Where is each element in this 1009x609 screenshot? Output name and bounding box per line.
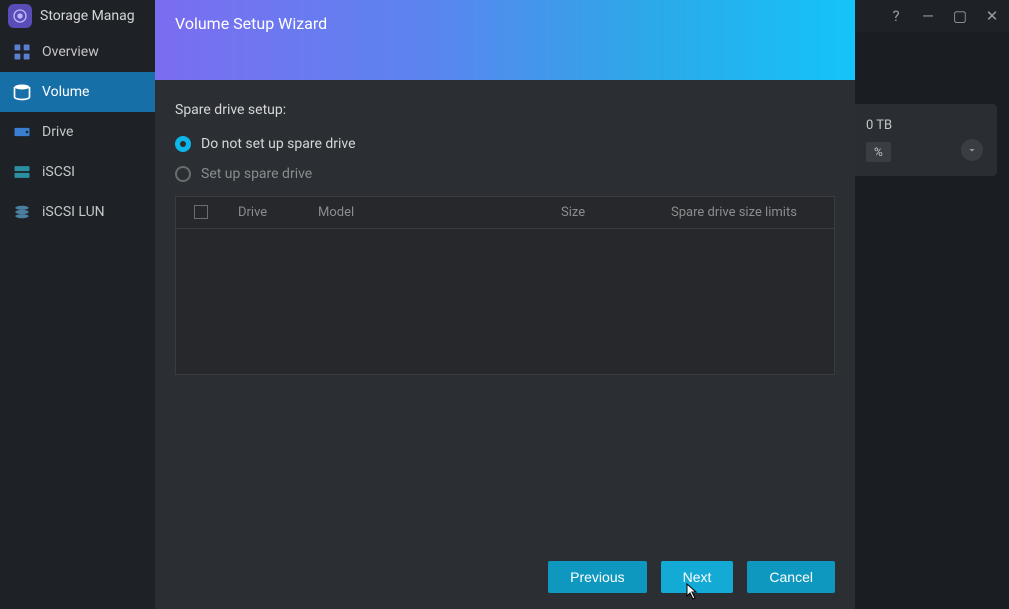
overview-icon xyxy=(12,42,32,62)
volume-setup-wizard-dialog: Volume Setup Wizard Spare drive setup: D… xyxy=(155,0,855,609)
iscsi-icon xyxy=(12,162,32,182)
sidebar-item-label: Overview xyxy=(42,44,99,60)
iscsi-lun-icon xyxy=(12,202,32,222)
sidebar-item-iscsi[interactable]: iSCSI xyxy=(0,152,155,192)
column-size[interactable]: Size xyxy=(549,205,659,220)
sidebar-item-label: iSCSI LUN xyxy=(42,204,105,220)
volume-icon xyxy=(12,82,32,102)
cancel-button[interactable]: Cancel xyxy=(747,561,835,593)
column-drive[interactable]: Drive xyxy=(226,205,306,220)
app-icon xyxy=(8,4,32,28)
minimize-button[interactable]: — xyxy=(919,9,937,24)
table-header: Drive Model Size Spare drive size limits xyxy=(176,197,834,229)
radio-label: Set up spare drive xyxy=(201,166,312,182)
help-button[interactable]: ? xyxy=(887,9,905,24)
close-button[interactable]: ✕ xyxy=(983,9,1001,24)
maximize-button[interactable]: ▢ xyxy=(951,9,969,24)
sidebar: Overview Volume Drive iSCSI iSCSI LUN xyxy=(0,32,155,609)
previous-button[interactable]: Previous xyxy=(548,561,646,593)
radio-no-spare-drive[interactable]: Do not set up spare drive xyxy=(175,136,835,152)
volume-percent-badge: % xyxy=(866,142,891,162)
radio-icon xyxy=(175,136,191,152)
sidebar-item-volume[interactable]: Volume xyxy=(0,72,155,112)
radio-setup-spare-drive[interactable]: Set up spare drive xyxy=(175,166,835,182)
sidebar-item-label: iSCSI xyxy=(42,164,75,180)
wizard-body: Spare drive setup: Do not set up spare d… xyxy=(155,80,855,545)
drive-table: Drive Model Size Spare drive size limits xyxy=(175,196,835,375)
radio-icon xyxy=(175,166,191,182)
sidebar-item-label: Drive xyxy=(42,124,73,140)
wizard-title: Volume Setup Wizard xyxy=(175,14,327,33)
chevron-down-icon[interactable] xyxy=(961,139,983,161)
volume-info-card: 0 TB % xyxy=(852,104,997,176)
wizard-footer: Previous Next Cancel xyxy=(155,545,855,609)
next-button[interactable]: Next xyxy=(661,561,734,593)
select-all-checkbox[interactable] xyxy=(176,205,226,220)
table-body xyxy=(176,229,834,374)
spare-drive-heading: Spare drive setup: xyxy=(175,102,835,118)
sidebar-item-iscsi-lun[interactable]: iSCSI LUN xyxy=(0,192,155,232)
app-title: Storage Manag xyxy=(40,8,135,24)
sidebar-item-overview[interactable]: Overview xyxy=(0,32,155,72)
column-model[interactable]: Model xyxy=(306,205,549,220)
radio-label: Do not set up spare drive xyxy=(201,136,356,152)
volume-size-text: 0 TB xyxy=(866,118,983,133)
column-limits[interactable]: Spare drive size limits xyxy=(659,205,834,220)
window-controls: ? — ▢ ✕ xyxy=(887,9,1001,24)
sidebar-item-label: Volume xyxy=(42,84,89,100)
sidebar-item-drive[interactable]: Drive xyxy=(0,112,155,152)
wizard-header: Volume Setup Wizard xyxy=(155,0,855,80)
drive-icon xyxy=(12,122,32,142)
